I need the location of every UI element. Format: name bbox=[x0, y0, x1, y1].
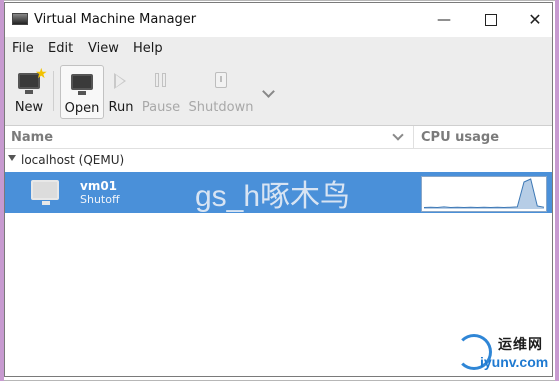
play-icon-inner bbox=[116, 75, 124, 87]
maximize-button[interactable] bbox=[478, 9, 504, 31]
logo-cn: 运维网 bbox=[498, 337, 543, 353]
vmm-window: Virtual Machine Manager — ✕ File Edit Vi… bbox=[4, 2, 553, 377]
run-label: Run bbox=[108, 100, 134, 115]
pause-button[interactable]: Pause bbox=[140, 65, 182, 117]
connection-row[interactable]: localhost (QEMU) bbox=[5, 149, 552, 171]
shutdown-button[interactable]: Shutdown bbox=[188, 65, 254, 117]
open-label: Open bbox=[64, 101, 100, 116]
app-icon bbox=[12, 13, 28, 25]
table-header: Name CPU usage bbox=[5, 126, 552, 149]
logo-en: iyunv.com bbox=[480, 354, 549, 370]
close-button[interactable]: ✕ bbox=[522, 9, 548, 31]
maximize-icon bbox=[485, 14, 497, 26]
column-cpu-header[interactable]: CPU usage bbox=[421, 130, 499, 145]
column-divider bbox=[413, 126, 414, 148]
site-logo: 运维网 iyunv.com bbox=[448, 334, 548, 374]
expand-arrow-icon[interactable] bbox=[8, 155, 16, 161]
minimize-button[interactable]: — bbox=[431, 9, 457, 31]
pause-label: Pause bbox=[141, 100, 181, 115]
column-name-header[interactable]: Name bbox=[11, 130, 53, 145]
sort-chevron-icon[interactable] bbox=[392, 129, 404, 141]
vm-state: Shutoff bbox=[80, 193, 120, 206]
pause-icon bbox=[155, 73, 167, 87]
window-title: Virtual Machine Manager bbox=[34, 12, 197, 27]
cpu-usage-graph bbox=[421, 176, 547, 212]
connection-label: localhost (QEMU) bbox=[21, 153, 125, 167]
new-label: New bbox=[14, 100, 44, 115]
open-button[interactable]: Open bbox=[60, 65, 104, 119]
title-bar[interactable]: Virtual Machine Manager — ✕ bbox=[5, 3, 552, 37]
toolbar-separator bbox=[53, 71, 54, 111]
chevron-down-icon bbox=[262, 85, 275, 98]
desktop-strip-right bbox=[555, 0, 559, 381]
run-button[interactable]: Run bbox=[106, 65, 136, 117]
shutdown-label: Shutdown bbox=[188, 100, 254, 115]
menu-help[interactable]: Help bbox=[133, 41, 163, 56]
menu-bar: File Edit View Help bbox=[5, 37, 552, 61]
vm-name: vm01 bbox=[80, 179, 118, 193]
shutdown-menu-button[interactable] bbox=[260, 65, 278, 117]
star-icon: ★ bbox=[35, 66, 48, 82]
menu-file[interactable]: File bbox=[12, 41, 34, 56]
new-vm-button[interactable]: ★ New bbox=[11, 65, 48, 117]
watermark-text: gs_h啄木鸟 bbox=[195, 180, 351, 213]
power-icon bbox=[215, 72, 227, 88]
menu-view[interactable]: View bbox=[88, 41, 119, 56]
vm-monitor-icon bbox=[31, 180, 59, 205]
cpu-graph-area bbox=[424, 179, 544, 209]
toolbar: ★ New Open Run Pause Shutdown bbox=[5, 61, 552, 126]
menu-edit[interactable]: Edit bbox=[48, 41, 73, 56]
cpu-graph-svg bbox=[423, 178, 545, 209]
open-monitor-icon bbox=[71, 74, 93, 95]
